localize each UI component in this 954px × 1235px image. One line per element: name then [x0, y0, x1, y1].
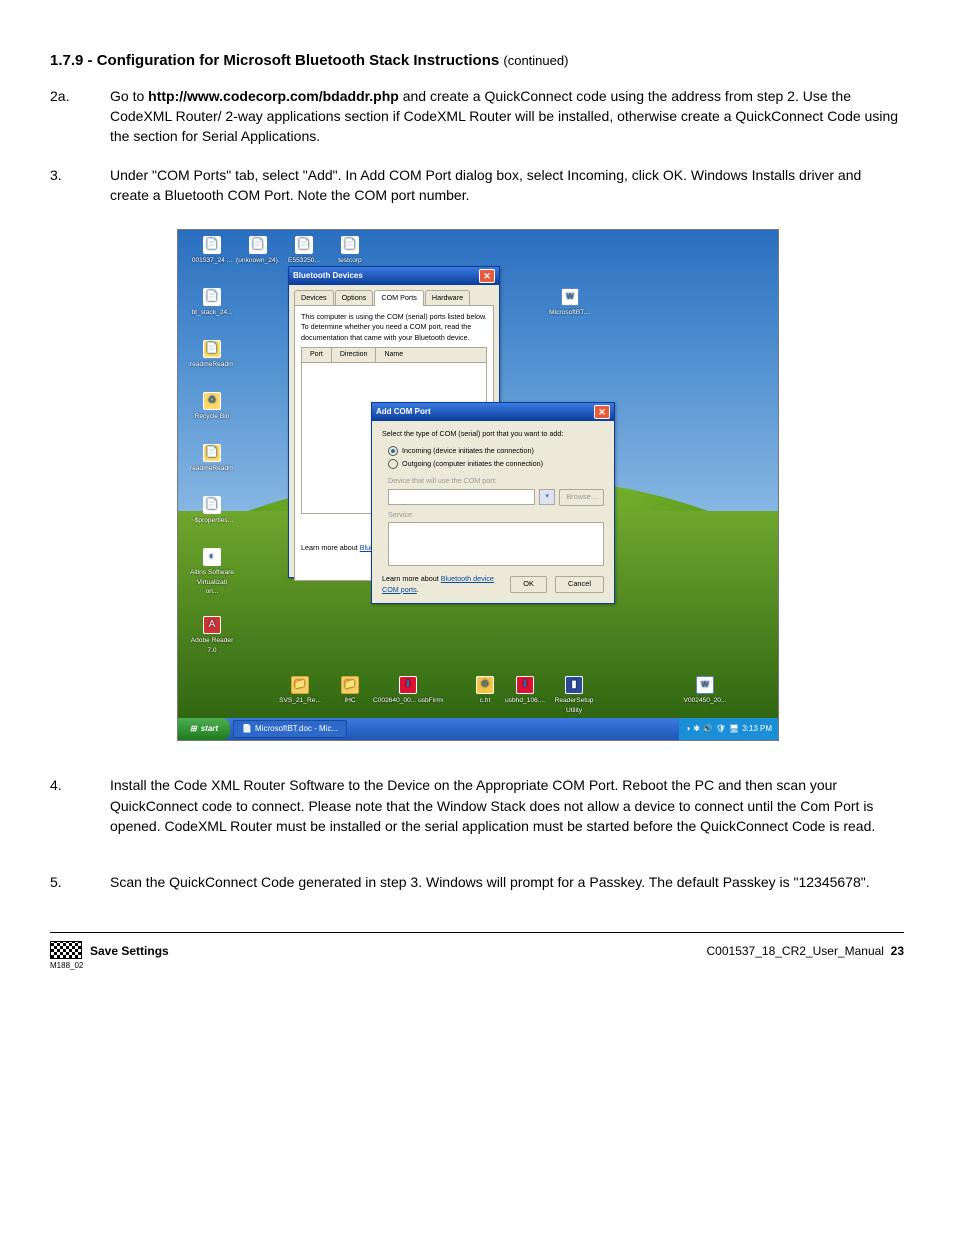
- continued-label: (continued): [503, 53, 568, 68]
- tabstrip: Devices Options COM Ports Hardware: [289, 285, 499, 305]
- combo-input: [388, 489, 535, 505]
- col-port[interactable]: Port: [302, 348, 332, 362]
- radio-dot-icon: [388, 446, 398, 456]
- radio-incoming[interactable]: Incoming (device initiates the connectio…: [388, 446, 604, 456]
- device-label: Device that will use the COM port:: [388, 476, 604, 486]
- page-number: 23: [891, 944, 904, 958]
- add-com-port-dialog: Add COM Port ✕ Select the type of COM (s…: [371, 402, 615, 604]
- qr-label: M188_02: [50, 960, 80, 972]
- start-button[interactable]: ⊞start: [178, 718, 230, 740]
- step-2a: 2a. Go to http://www.codecorp.com/bdaddr…: [50, 86, 904, 147]
- step-body: Under "COM Ports" tab, select "Add". In …: [110, 165, 904, 206]
- desktop-icon[interactable]: ⚙c.ht: [463, 676, 507, 706]
- qr-code: M188_02: [50, 941, 80, 971]
- cancel-button[interactable]: Cancel: [555, 576, 604, 593]
- tab-options[interactable]: Options: [335, 290, 374, 305]
- desktop-icon[interactable]: 📄(unknown_24)...: [236, 236, 280, 266]
- desktop-icon[interactable]: 📄readmeReadm...: [190, 444, 234, 474]
- service-box: [388, 522, 604, 566]
- step-body: Go to http://www.codecorp.com/bdaddr.php…: [110, 86, 904, 147]
- desktop-icon[interactable]: 📄readmeReadm...: [190, 340, 234, 370]
- save-settings-label: Save Settings: [90, 941, 169, 960]
- desktop-icon[interactable]: 📁SVS_21_Re...: [278, 676, 322, 706]
- ok-button[interactable]: OK: [510, 576, 547, 593]
- desktop-icon[interactable]: 📄bt_stack_24...: [190, 288, 234, 318]
- desktop-icon[interactable]: 📁IHC: [328, 676, 372, 706]
- page-footer: M188_02 Save Settings C001537_18_CR2_Use…: [50, 941, 904, 971]
- section-number: 1.7.9: [50, 52, 83, 69]
- step-body: Scan the QuickConnect Code generated in …: [110, 872, 904, 892]
- tray-icon[interactable]: ✱: [693, 723, 700, 735]
- step-number: 3.: [50, 165, 110, 206]
- learn-more-link[interactable]: Learn more about Bluetooth device COM po…: [382, 574, 502, 595]
- window-title: Add COM Port: [376, 406, 431, 418]
- tray-icon[interactable]: 🔊: [703, 723, 713, 735]
- window-titlebar[interactable]: Add COM Port ✕: [372, 403, 614, 421]
- step-number: 4.: [50, 775, 110, 836]
- screenshot-figure: 📄001537_24 ... 📄(unknown_24)... 📄E553250…: [177, 229, 777, 741]
- learn-more-link[interactable]: Learn more about Bluet: [301, 543, 376, 553]
- window-title: Bluetooth Devices: [293, 270, 363, 282]
- tab-com-ports[interactable]: COM Ports: [374, 290, 424, 305]
- taskbar-item[interactable]: 📄 MicrosoftBT.doc - Mic...: [233, 720, 347, 738]
- step-3: 3. Under "COM Ports" tab, select "Add". …: [50, 165, 904, 206]
- desktop-icon[interactable]: 📄001537_24 ...: [190, 236, 234, 266]
- tray-icon[interactable]: ◑: [685, 723, 690, 735]
- taskbar: ⊞start 📄 MicrosoftBT.doc - Mic... ◑ ✱ 🔊 …: [178, 718, 778, 740]
- system-tray[interactable]: ◑ ✱ 🔊 🛡 🖥 3:13 PM: [679, 718, 778, 740]
- step-5: 5. Scan the QuickConnect Code generated …: [50, 872, 904, 892]
- desktop-icon[interactable]: MicrosoftBT....: [548, 288, 592, 318]
- step-number: 5.: [50, 872, 110, 892]
- service-label: Service:: [388, 510, 604, 520]
- window-titlebar[interactable]: Bluetooth Devices ✕: [289, 267, 499, 285]
- chevron-down-icon: ▾: [539, 489, 555, 505]
- col-name[interactable]: Name: [376, 348, 486, 362]
- close-icon[interactable]: ✕: [594, 405, 610, 419]
- tab-hardware[interactable]: Hardware: [425, 290, 470, 305]
- device-combo: ▾ Browse...: [388, 489, 604, 506]
- doc-id: C001537_18_CR2_User_Manual 23: [707, 941, 904, 960]
- step-number: 2a.: [50, 86, 110, 147]
- step-4: 4. Install the Code XML Router Software …: [50, 775, 904, 836]
- radio-outgoing[interactable]: Outgoing (computer initiates the connect…: [388, 459, 604, 469]
- desktop-icon[interactable]: ⬇usbhd_106....: [503, 676, 547, 706]
- grid-header: Port Direction Name: [301, 347, 487, 363]
- url: http://www.codecorp.com/bdaddr.php: [148, 88, 399, 104]
- radio-dot-icon: [388, 459, 398, 469]
- close-icon[interactable]: ✕: [479, 269, 495, 283]
- adobe-reader-icon[interactable]: AAdobe Reader 7.0: [190, 616, 234, 655]
- footer-rule: [50, 932, 904, 933]
- clock: 3:13 PM: [742, 723, 772, 735]
- tray-icon[interactable]: 🖥: [729, 723, 739, 735]
- section-heading: 1.7.9 - Configuration for Microsoft Blue…: [50, 50, 904, 72]
- panel-help-text: This computer is using the COM (serial) …: [301, 312, 487, 343]
- desktop-icon[interactable]: V002450_20...: [683, 676, 727, 706]
- dialog-prompt: Select the type of COM (serial) port tha…: [382, 429, 604, 439]
- col-direction[interactable]: Direction: [332, 348, 377, 362]
- word-icon: 📄: [242, 723, 252, 735]
- qr-code-icon: [50, 941, 82, 958]
- tab-devices[interactable]: Devices: [294, 290, 334, 305]
- recycle-bin-icon[interactable]: ♻Recycle Bin: [190, 392, 234, 422]
- section-title-text: Configuration for Microsoft Bluetooth St…: [97, 52, 500, 69]
- desktop-icon[interactable]: 📄E553250...: [282, 236, 326, 266]
- desktop-icon[interactable]: ⬇C002640_00... usbFirmware...: [373, 676, 443, 706]
- desktop-icon[interactable]: ◐Altiris Software Virtualizati on...: [190, 548, 234, 597]
- desktop-screenshot: 📄001537_24 ... 📄(unknown_24)... 📄E553250…: [177, 229, 779, 741]
- browse-button: Browse...: [559, 489, 604, 506]
- desktop-icon[interactable]: 📄testcorp: [328, 236, 372, 266]
- tray-icon[interactable]: 🛡: [716, 723, 726, 735]
- dialog-body: Select the type of COM (serial) port tha…: [372, 421, 614, 603]
- step-body: Install the Code XML Router Software to …: [110, 775, 904, 836]
- desktop-icon[interactable]: ▮ReaderSetup Utility: [548, 676, 600, 715]
- desktop-icon[interactable]: 📄~$properties...: [190, 496, 234, 526]
